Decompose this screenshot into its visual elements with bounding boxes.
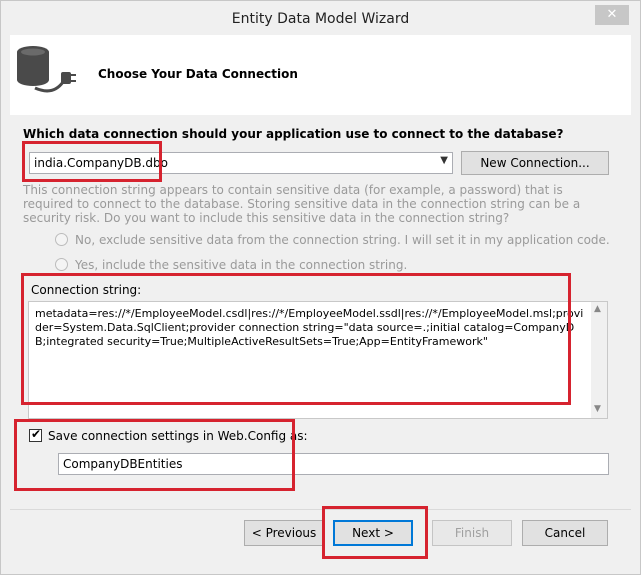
radio-include-sensitive[interactable]: Yes, include the sensitive data in the c… [55, 258, 407, 272]
annotation-save-settings [14, 419, 295, 491]
radio-exclude-sensitive[interactable]: No, exclude sensitive data from the conn… [55, 233, 610, 247]
footer-divider [10, 509, 631, 510]
chevron-down-icon[interactable]: ▼ [440, 155, 448, 166]
scroll-down-icon[interactable]: ▼ [594, 404, 601, 414]
radio-button[interactable] [55, 233, 68, 246]
radio-button[interactable] [55, 258, 68, 271]
wizard-window: Entity Data Model Wizard ✕ Choose Your D… [0, 0, 641, 575]
cancel-button[interactable]: Cancel [522, 520, 608, 546]
window-title: Entity Data Model Wizard [231, 11, 410, 27]
annotation-connection-select [22, 141, 162, 182]
wizard-header: Choose Your Data Connection [10, 35, 631, 115]
title-bar: Entity Data Model Wizard ✕ [1, 1, 640, 37]
finish-button[interactable]: Finish [432, 520, 512, 546]
close-icon[interactable]: ✕ [595, 5, 629, 25]
vertical-scrollbar[interactable]: ▲ ▼ [591, 302, 607, 418]
annotation-connection-string [21, 273, 571, 405]
connection-question: Which data connection should your applic… [23, 127, 564, 141]
scroll-up-icon[interactable]: ▲ [594, 304, 601, 314]
annotation-next-button [322, 506, 428, 559]
sensitive-data-notice: This connection string appears to contai… [23, 183, 581, 225]
radio-label: Yes, include the sensitive data in the c… [75, 258, 408, 272]
new-connection-button[interactable]: New Connection... [461, 151, 609, 175]
previous-button[interactable]: < Previous [244, 520, 324, 546]
page-title: Choose Your Data Connection [98, 67, 298, 81]
radio-label: No, exclude sensitive data from the conn… [75, 233, 610, 247]
database-plug-icon [13, 42, 77, 101]
